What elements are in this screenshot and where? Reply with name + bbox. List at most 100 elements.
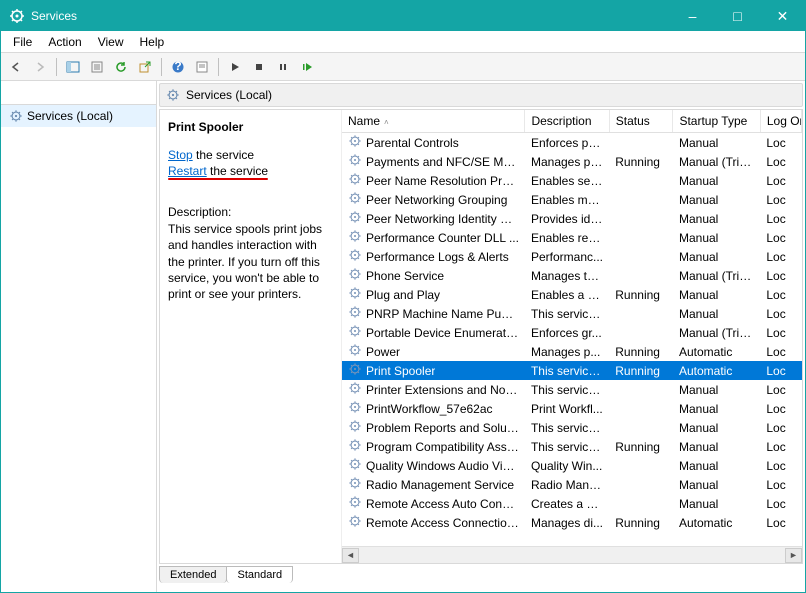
menu-file[interactable]: File [5, 33, 40, 51]
service-status [609, 304, 673, 323]
gear-icon [348, 362, 362, 379]
service-list[interactable]: Name˄ Description Status Startup Type Lo… [342, 110, 802, 546]
service-description: Radio Mana... [525, 475, 609, 494]
col-name[interactable]: Name˄ [342, 110, 525, 133]
pause-service-button[interactable] [272, 56, 294, 78]
gear-icon [348, 153, 362, 170]
table-row[interactable]: Payments and NFC/SE Man...Manages pa...R… [342, 152, 802, 171]
table-row[interactable]: Remote Access Connection...Manages di...… [342, 513, 802, 532]
table-row[interactable]: Phone ServiceManages th...Manual (Trig..… [342, 266, 802, 285]
stop-service-button[interactable] [248, 56, 270, 78]
service-startup: Manual [673, 133, 760, 153]
table-row[interactable]: Remote Access Auto Conne...Creates a co.… [342, 494, 802, 513]
table-row[interactable]: Print SpoolerThis service ...RunningAuto… [342, 361, 802, 380]
col-description[interactable]: Description [525, 110, 609, 133]
start-service-button[interactable] [224, 56, 246, 78]
pane-header-label: Services (Local) [186, 88, 272, 102]
service-logon: Loc [760, 247, 801, 266]
service-logon: Loc [760, 513, 801, 532]
service-status [609, 475, 673, 494]
col-status[interactable]: Status [609, 110, 673, 133]
service-startup: Manual (Trig... [673, 323, 760, 342]
service-status [609, 494, 673, 513]
table-row[interactable]: Parental ControlsEnforces pa...ManualLoc [342, 133, 802, 153]
refresh-button[interactable] [110, 56, 132, 78]
service-startup: Manual [673, 437, 760, 456]
table-row[interactable]: Performance Counter DLL ...Enables rem..… [342, 228, 802, 247]
table-row[interactable]: Portable Device Enumerator...Enforces gr… [342, 323, 802, 342]
service-startup: Manual (Trig... [673, 152, 760, 171]
col-logon[interactable]: Log On As [760, 110, 801, 133]
horizontal-scrollbar[interactable]: ◄ ► [342, 546, 802, 563]
gear-icon [348, 476, 362, 493]
gear-icon [348, 210, 362, 227]
service-startup: Manual [673, 475, 760, 494]
menu-help[interactable]: Help [132, 33, 173, 51]
service-description: This service ... [525, 380, 609, 399]
service-status [609, 133, 673, 153]
restart-link[interactable]: Restart [168, 164, 207, 178]
service-logon: Loc [760, 456, 801, 475]
table-row[interactable]: Quality Windows Audio Vid...Quality Win.… [342, 456, 802, 475]
minimize-button[interactable]: – [670, 1, 715, 31]
detail-tabs: Extended Standard [159, 566, 803, 588]
svg-text:?: ? [174, 60, 181, 73]
tab-extended[interactable]: Extended [159, 566, 227, 583]
table-row[interactable]: Plug and PlayEnables a c...RunningManual… [342, 285, 802, 304]
restart-service-button[interactable] [296, 56, 318, 78]
table-row[interactable]: PrintWorkflow_57e62ac Print Workfl... Manu… [342, 399, 802, 418]
service-name: Phone Service [366, 269, 444, 283]
service-name: Payments and NFC/SE Man... [366, 155, 519, 169]
properties-button[interactable] [86, 56, 108, 78]
service-startup: Manual [673, 399, 760, 418]
service-status: Running [609, 513, 673, 532]
maximize-button[interactable]: □ [715, 1, 760, 31]
table-row[interactable]: PNRP Machine Name Publi...This service .… [342, 304, 802, 323]
table-row[interactable]: PowerManages p...RunningAutomaticLoc [342, 342, 802, 361]
stop-link[interactable]: Stop [168, 148, 193, 162]
service-status [609, 228, 673, 247]
service-description: This service ... [525, 304, 609, 323]
table-row[interactable]: Peer Name Resolution Prot...Enables serv… [342, 171, 802, 190]
export-button[interactable] [134, 56, 156, 78]
gear-icon [348, 381, 362, 398]
tab-standard[interactable]: Standard [226, 566, 293, 583]
service-startup: Automatic [673, 342, 760, 361]
table-row[interactable]: Program Compatibility Assi... This servic… [342, 437, 802, 456]
table-row[interactable]: Problem Reports and Soluti...This servic… [342, 418, 802, 437]
table-row[interactable]: Peer Networking GroupingEnables mul...Ma… [342, 190, 802, 209]
service-status: Running [609, 342, 673, 361]
col-startup[interactable]: Startup Type [673, 110, 760, 133]
service-logon: Loc [760, 494, 801, 513]
help-button[interactable]: ? [167, 56, 189, 78]
table-row[interactable]: Printer Extensions and Notif... This serv… [342, 380, 802, 399]
table-row[interactable]: Radio Management ServiceRadio Mana...Man… [342, 475, 802, 494]
stop-suffix: the service [193, 148, 254, 162]
menu-action[interactable]: Action [40, 33, 89, 51]
forward-button[interactable] [29, 56, 51, 78]
service-description: Manages th... [525, 266, 609, 285]
gear-icon [348, 305, 362, 322]
table-row[interactable]: Performance Logs & AlertsPerformanc...Ma… [342, 247, 802, 266]
detail-panel: Print Spooler Stop the service Restart t… [160, 110, 342, 563]
restart-suffix: the service [207, 164, 268, 178]
service-description: Print Workfl... [525, 399, 609, 418]
scroll-right-button[interactable]: ► [785, 548, 802, 563]
show-hide-tree-button[interactable] [62, 56, 84, 78]
service-name: PrintWorkflow_57e62ac [366, 402, 493, 416]
service-name: Program Compatibility Assi... [366, 440, 519, 454]
service-startup: Manual [673, 304, 760, 323]
toolbar-properties-button[interactable] [191, 56, 213, 78]
table-row[interactable]: Peer Networking Identity M...Provides id… [342, 209, 802, 228]
back-button[interactable] [5, 56, 27, 78]
scroll-left-button[interactable]: ◄ [342, 548, 359, 563]
service-name: Peer Name Resolution Prot... [366, 174, 519, 188]
tree-item-services-local[interactable]: Services (Local) [1, 105, 156, 127]
service-name: Printer Extensions and Notif... [366, 383, 519, 397]
service-description: This service ... [525, 437, 609, 456]
close-button[interactable]: ✕ [760, 1, 805, 31]
service-name: Parental Controls [366, 136, 459, 150]
service-logon: Loc [760, 152, 801, 171]
menu-view[interactable]: View [90, 33, 132, 51]
service-startup: Manual [673, 456, 760, 475]
